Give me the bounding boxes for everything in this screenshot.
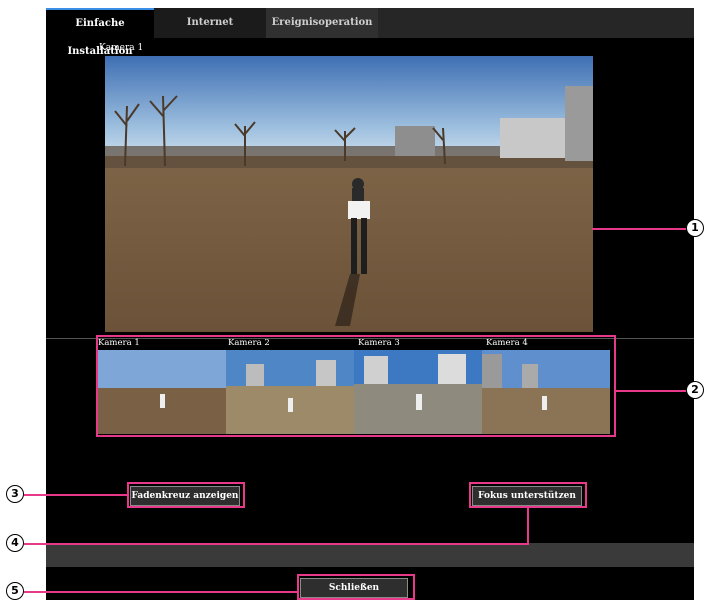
tab-einfache-installation[interactable]: Einfache Installation [46, 8, 154, 57]
callout-number-2: 2 [686, 381, 704, 399]
callout-number-4: 4 [6, 534, 24, 552]
callout-number-5: 5 [6, 582, 24, 600]
tab-internet[interactable]: Internet [154, 8, 266, 38]
callout-line-3 [24, 494, 128, 496]
tab-ereignisoperation[interactable]: Ereignisoperation [266, 8, 378, 38]
callout-number-1: 1 [686, 219, 704, 237]
callout-line-1 [592, 228, 686, 230]
callout-number-3: 3 [6, 485, 24, 503]
callout-line-2 [616, 390, 686, 392]
callout-box-close [297, 574, 415, 600]
main-camera-view [105, 56, 593, 332]
callout-box-crosshair [127, 482, 245, 508]
status-bar [46, 543, 694, 567]
callout-line-5 [24, 591, 298, 593]
main-camera-label: Kamera 1 [99, 43, 144, 53]
callout-line-4b [24, 543, 529, 545]
callout-line-4a [527, 507, 529, 545]
camera-setup-panel: Einfache Installation Internet Ereigniso… [46, 8, 694, 600]
callout-box-focus [469, 482, 587, 508]
tab-bar: Einfache Installation Internet Ereigniso… [46, 8, 694, 57]
callout-box-thumbnails [96, 335, 616, 437]
